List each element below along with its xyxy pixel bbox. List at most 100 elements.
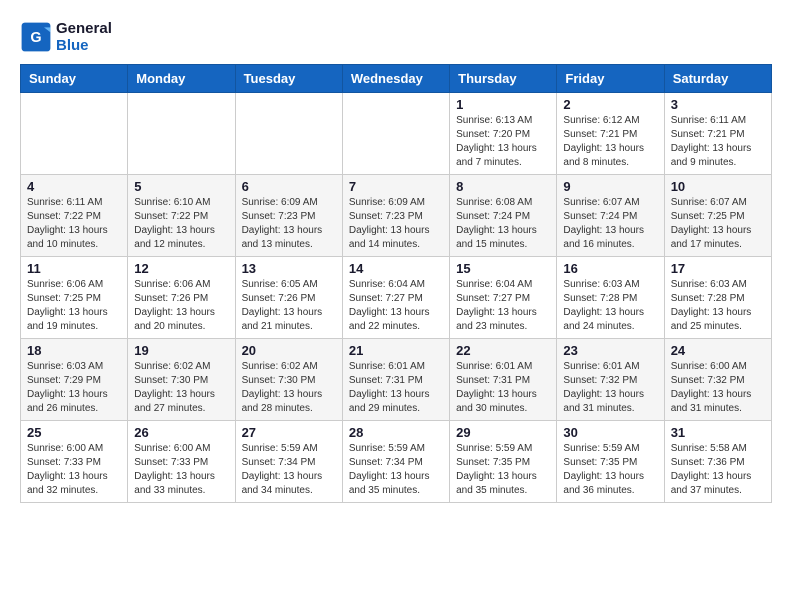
day-cell-31: 31 Sunrise: 5:58 AM Sunset: 7:36 PM Dayli… [664, 421, 771, 503]
day-info: Sunrise: 6:00 AM Sunset: 7:33 PM Dayligh… [27, 442, 121, 498]
day-number: 24 [671, 343, 765, 358]
day-info: Sunrise: 6:06 AM Sunset: 7:26 PM Dayligh… [134, 278, 228, 334]
svg-text:G: G [30, 30, 41, 46]
day-number: 9 [563, 179, 657, 194]
day-info: Sunrise: 6:02 AM Sunset: 7:30 PM Dayligh… [134, 360, 228, 416]
day-cell-15: 15 Sunrise: 6:04 AM Sunset: 7:27 PM Dayli… [450, 257, 557, 339]
day-cell-5: 5Sunrise: 6:10 AM Sunset: 7:22 PM Daylig… [128, 175, 235, 257]
day-info: Sunrise: 6:07 AM Sunset: 7:25 PM Dayligh… [671, 196, 765, 252]
day-cell-19: 19 Sunrise: 6:02 AM Sunset: 7:30 PM Dayli… [128, 339, 235, 421]
day-number: 1 [456, 97, 550, 112]
day-number: 11 [27, 261, 121, 276]
day-number: 27 [242, 425, 336, 440]
day-cell-16: 16Sunrise: 6:03 AM Sunset: 7:28 PM Dayli… [557, 257, 664, 339]
week-row-4: 18 Sunrise: 6:03 AM Sunset: 7:29 PM Dayli… [21, 339, 772, 421]
day-cell-17: 17Sunrise: 6:03 AM Sunset: 7:28 PM Dayli… [664, 257, 771, 339]
day-number: 7 [349, 179, 443, 194]
day-info: Sunrise: 6:12 AM Sunset: 7:21 PM Dayligh… [563, 114, 657, 170]
day-cell-6: 6 Sunrise: 6:09 AM Sunset: 7:23 PM Daylig… [235, 175, 342, 257]
day-info: Sunrise: 6:03 AM Sunset: 7:28 PM Dayligh… [671, 278, 765, 334]
day-number: 2 [563, 97, 657, 112]
day-number: 31 [671, 425, 765, 440]
calendar-table: SundayMondayTuesdayWednesdayThursdayFrid… [20, 64, 772, 503]
empty-cell [342, 93, 449, 175]
weekday-header-row: SundayMondayTuesdayWednesdayThursdayFrid… [21, 65, 772, 93]
empty-cell [128, 93, 235, 175]
day-info: Sunrise: 6:09 AM Sunset: 7:23 PM Dayligh… [349, 196, 443, 252]
day-number: 8 [456, 179, 550, 194]
day-info: Sunrise: 6:04 AM Sunset: 7:27 PM Dayligh… [456, 278, 550, 334]
day-info: Sunrise: 6:01 AM Sunset: 7:31 PM Dayligh… [349, 360, 443, 416]
day-number: 29 [456, 425, 550, 440]
day-number: 28 [349, 425, 443, 440]
day-number: 20 [242, 343, 336, 358]
logo-text: General Blue [56, 20, 112, 54]
day-cell-13: 13Sunrise: 6:05 AM Sunset: 7:26 PM Dayli… [235, 257, 342, 339]
day-cell-4: 4Sunrise: 6:11 AM Sunset: 7:22 PM Daylig… [21, 175, 128, 257]
weekday-header-thursday: Thursday [450, 65, 557, 93]
day-cell-21: 21 Sunrise: 6:01 AM Sunset: 7:31 PM Dayli… [342, 339, 449, 421]
day-info: Sunrise: 6:02 AM Sunset: 7:30 PM Dayligh… [242, 360, 336, 416]
day-cell-1: 1 Sunrise: 6:13 AM Sunset: 7:20 PM Daylig… [450, 93, 557, 175]
day-info: Sunrise: 5:58 AM Sunset: 7:36 PM Dayligh… [671, 442, 765, 498]
day-cell-10: 10 Sunrise: 6:07 AM Sunset: 7:25 PM Dayli… [664, 175, 771, 257]
day-cell-24: 24 Sunrise: 6:00 AM Sunset: 7:32 PM Dayli… [664, 339, 771, 421]
day-info: Sunrise: 5:59 AM Sunset: 7:35 PM Dayligh… [456, 442, 550, 498]
day-cell-22: 22 Sunrise: 6:01 AM Sunset: 7:31 PM Dayli… [450, 339, 557, 421]
day-cell-28: 28 Sunrise: 5:59 AM Sunset: 7:34 PM Dayli… [342, 421, 449, 503]
weekday-header-wednesday: Wednesday [342, 65, 449, 93]
day-cell-8: 8Sunrise: 6:08 AM Sunset: 7:24 PM Daylig… [450, 175, 557, 257]
day-number: 5 [134, 179, 228, 194]
day-number: 19 [134, 343, 228, 358]
day-number: 26 [134, 425, 228, 440]
day-cell-2: 2 Sunrise: 6:12 AM Sunset: 7:21 PM Daylig… [557, 93, 664, 175]
day-info: Sunrise: 6:00 AM Sunset: 7:32 PM Dayligh… [671, 360, 765, 416]
day-info: Sunrise: 6:03 AM Sunset: 7:29 PM Dayligh… [27, 360, 121, 416]
day-cell-25: 25 Sunrise: 6:00 AM Sunset: 7:33 PM Dayli… [21, 421, 128, 503]
weekday-header-saturday: Saturday [664, 65, 771, 93]
week-row-3: 11 Sunrise: 6:06 AM Sunset: 7:25 PM Dayli… [21, 257, 772, 339]
day-number: 12 [134, 261, 228, 276]
day-cell-27: 27 Sunrise: 5:59 AM Sunset: 7:34 PM Dayli… [235, 421, 342, 503]
day-info: Sunrise: 6:03 AM Sunset: 7:28 PM Dayligh… [563, 278, 657, 334]
day-info: Sunrise: 6:13 AM Sunset: 7:20 PM Dayligh… [456, 114, 550, 170]
day-cell-29: 29 Sunrise: 5:59 AM Sunset: 7:35 PM Dayli… [450, 421, 557, 503]
day-info: Sunrise: 6:01 AM Sunset: 7:31 PM Dayligh… [456, 360, 550, 416]
day-number: 3 [671, 97, 765, 112]
weekday-header-tuesday: Tuesday [235, 65, 342, 93]
week-row-5: 25 Sunrise: 6:00 AM Sunset: 7:33 PM Dayli… [21, 421, 772, 503]
day-info: Sunrise: 6:00 AM Sunset: 7:33 PM Dayligh… [134, 442, 228, 498]
day-info: Sunrise: 6:06 AM Sunset: 7:25 PM Dayligh… [27, 278, 121, 334]
day-cell-12: 12 Sunrise: 6:06 AM Sunset: 7:26 PM Dayli… [128, 257, 235, 339]
day-cell-7: 7 Sunrise: 6:09 AM Sunset: 7:23 PM Daylig… [342, 175, 449, 257]
day-info: Sunrise: 5:59 AM Sunset: 7:35 PM Dayligh… [563, 442, 657, 498]
weekday-header-monday: Monday [128, 65, 235, 93]
weekday-header-friday: Friday [557, 65, 664, 93]
day-info: Sunrise: 6:04 AM Sunset: 7:27 PM Dayligh… [349, 278, 443, 334]
day-number: 15 [456, 261, 550, 276]
day-info: Sunrise: 6:07 AM Sunset: 7:24 PM Dayligh… [563, 196, 657, 252]
day-cell-3: 3Sunrise: 6:11 AM Sunset: 7:21 PM Daylig… [664, 93, 771, 175]
day-number: 21 [349, 343, 443, 358]
day-cell-18: 18 Sunrise: 6:03 AM Sunset: 7:29 PM Dayli… [21, 339, 128, 421]
day-info: Sunrise: 5:59 AM Sunset: 7:34 PM Dayligh… [349, 442, 443, 498]
weekday-header-sunday: Sunday [21, 65, 128, 93]
day-number: 6 [242, 179, 336, 194]
empty-cell [235, 93, 342, 175]
day-number: 23 [563, 343, 657, 358]
day-info: Sunrise: 6:09 AM Sunset: 7:23 PM Dayligh… [242, 196, 336, 252]
day-cell-9: 9 Sunrise: 6:07 AM Sunset: 7:24 PM Daylig… [557, 175, 664, 257]
day-info: Sunrise: 5:59 AM Sunset: 7:34 PM Dayligh… [242, 442, 336, 498]
day-number: 10 [671, 179, 765, 194]
week-row-1: 1 Sunrise: 6:13 AM Sunset: 7:20 PM Daylig… [21, 93, 772, 175]
day-number: 18 [27, 343, 121, 358]
day-info: Sunrise: 6:05 AM Sunset: 7:26 PM Dayligh… [242, 278, 336, 334]
day-cell-26: 26 Sunrise: 6:00 AM Sunset: 7:33 PM Dayli… [128, 421, 235, 503]
day-cell-23: 23Sunrise: 6:01 AM Sunset: 7:32 PM Dayli… [557, 339, 664, 421]
day-number: 22 [456, 343, 550, 358]
logo-icon: G [20, 21, 52, 53]
day-cell-11: 11 Sunrise: 6:06 AM Sunset: 7:25 PM Dayli… [21, 257, 128, 339]
day-number: 30 [563, 425, 657, 440]
day-number: 25 [27, 425, 121, 440]
day-cell-14: 14Sunrise: 6:04 AM Sunset: 7:27 PM Dayli… [342, 257, 449, 339]
